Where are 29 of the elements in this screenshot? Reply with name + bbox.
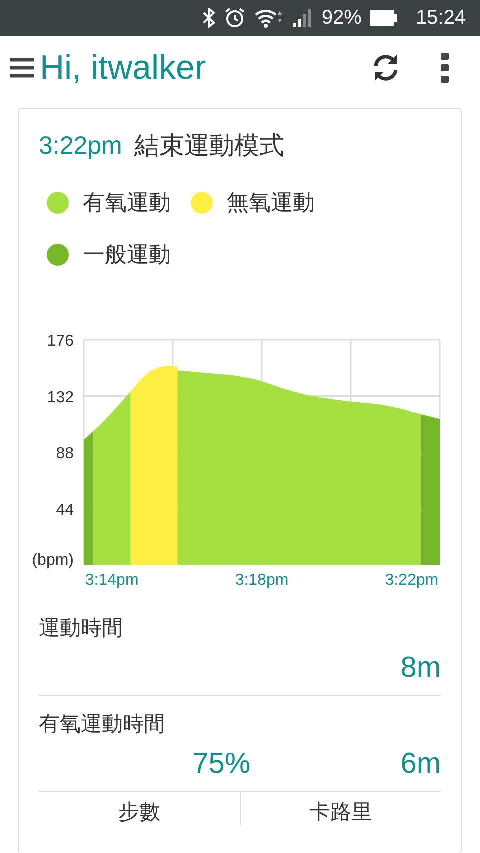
x-tick-label: 3:22pm [385,572,439,589]
y-tick-label: 132 [47,389,74,406]
y-tick-label: 44 [56,502,74,519]
column-header: 卡路里 [240,792,441,826]
x-tick-label: 3:14pm [85,572,139,589]
column-header: 步數 [117,800,162,826]
y-tick-label: 176 [47,333,74,350]
stat-value: 75% [192,748,251,781]
wifi-icon [254,7,284,29]
y-tick-label: 88 [56,446,74,462]
stat-value: 6m [400,748,441,781]
signal-icon [292,8,314,28]
stat-value: 8m [400,652,441,685]
session-time: 3:22pm [39,132,122,161]
clock-time: 15:24 [416,6,466,30]
menu-icon[interactable] [10,56,34,80]
session-title: 結束運動模式 [134,131,284,162]
legend-label: 有氧運動 [83,189,171,217]
stat-label: 有氧運動時間 [39,712,166,738]
bluetooth-icon [202,8,216,28]
alarm-clock-icon [224,7,246,29]
battery-icon [370,9,398,27]
legend-label: 無氧運動 [227,189,315,217]
legend-label: 一般運動 [83,241,171,269]
y-axis-label: (bpm) [32,552,74,569]
battery-percentage: 92% [322,6,362,30]
app-title: Hi, itwalker [40,48,208,88]
x-tick-label: 3:18pm [235,572,289,589]
stat-label: 運動時間 [39,616,124,642]
